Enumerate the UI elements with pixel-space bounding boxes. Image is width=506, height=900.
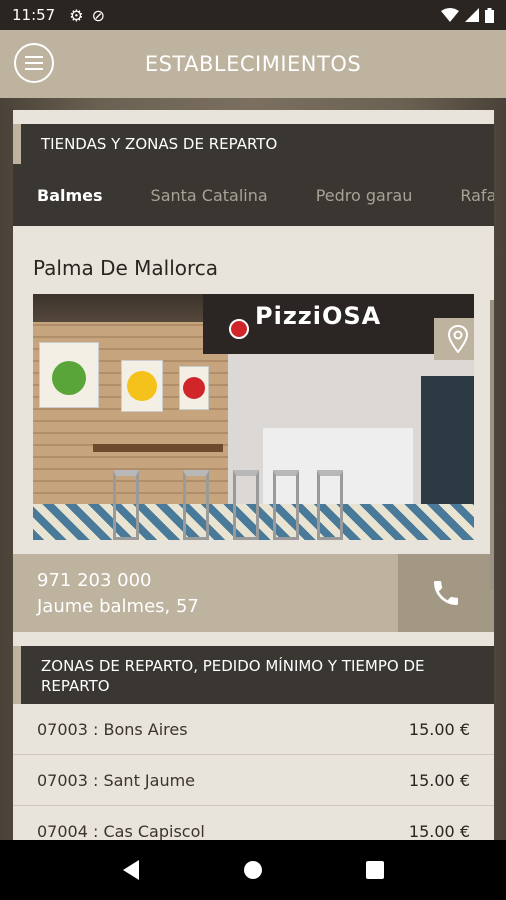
back-icon [123,860,139,880]
contact-bar: 971 203 000 Jaume balmes, 57 [13,554,494,632]
page-title: ESTABLECIMIENTOS [144,52,362,76]
call-button[interactable] [398,554,494,632]
zone-price: 15.00 € [408,719,470,739]
hamburger-icon [25,56,43,58]
scrollbar[interactable] [490,300,494,590]
zone-row[interactable]: 07004 : Cas Capiscol 15.00 € [13,806,494,841]
tab-pedro-garau[interactable]: Pedro garau [292,164,413,226]
stores-section-header: TIENDAS Y ZONAS DE REPARTO [13,124,494,164]
wifi-icon [441,8,459,22]
store-phone: 971 203 000 [37,570,152,591]
map-pin-button[interactable] [434,318,474,360]
dnd-icon: ⊘ [91,5,105,25]
zone-row[interactable]: 07003 : Sant Jaume 15.00 € [13,755,494,806]
store-tabs[interactable]: Balmes Santa Catalina Pedro garau Rafa [13,164,494,226]
home-button[interactable] [238,855,268,885]
system-nav-bar [0,840,506,900]
menu-button[interactable] [14,43,54,83]
signal-icon [465,8,479,22]
zone-name: 07003 : Bons Aires [37,719,188,739]
location-pin-icon [447,325,469,353]
gear-icon: ⚙ [69,5,84,25]
home-icon [244,861,262,879]
zone-price: 15.00 € [408,821,470,841]
store-sign: PizziOSA [255,302,382,330]
store-city: Palma De Mallorca [33,256,219,280]
zone-name: 07004 : Cas Capiscol [37,821,205,841]
phone-icon [434,581,458,605]
zone-row[interactable]: 07003 : Bons Aires 15.00 € [13,704,494,755]
recents-button[interactable] [360,855,390,885]
stores-card[interactable]: TIENDAS Y ZONAS DE REPARTO Balmes Santa … [13,110,494,840]
status-bar: 11:57 ⚙ ⊘ [0,0,506,30]
tab-santa-catalina[interactable]: Santa Catalina [127,164,268,226]
tab-rafa[interactable]: Rafa [436,164,494,226]
tab-balmes[interactable]: Balmes [13,164,103,226]
back-button[interactable] [116,855,146,885]
store-address: Jaume balmes, 57 [37,596,199,617]
app-bar: ESTABLECIMIENTOS [0,30,506,98]
zones-section-header: ZONAS DE REPARTO, PEDIDO MÍNIMO Y TIEMPO… [13,646,494,704]
zone-name: 07003 : Sant Jaume [37,770,196,790]
status-time: 11:57 [12,6,56,24]
recents-icon [366,861,384,879]
zone-price: 15.00 € [408,770,470,790]
battery-icon [485,7,494,23]
store-photo: PizziOSA [33,294,474,540]
